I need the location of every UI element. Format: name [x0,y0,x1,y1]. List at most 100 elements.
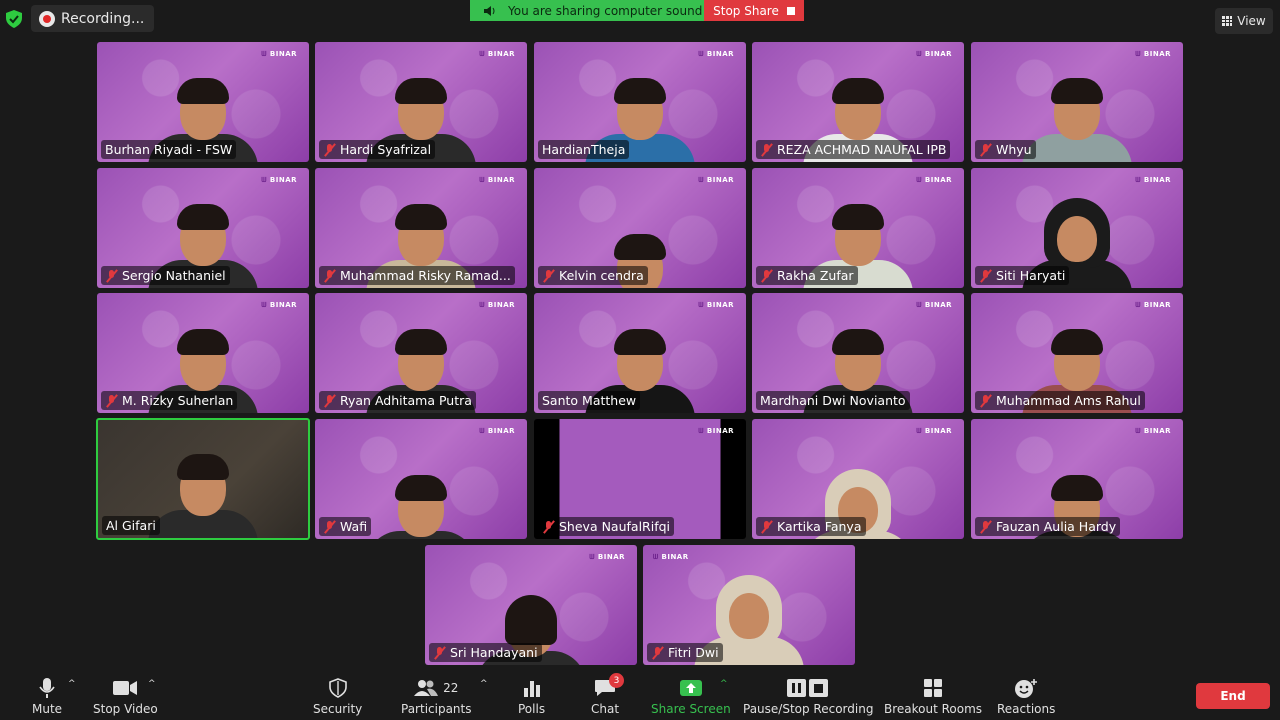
participant-name: Kartika Fanya [777,519,862,534]
participant-tile[interactable]: BINAR Hardi Syafrizal [315,42,527,162]
mic-muted-icon [105,394,118,408]
polls-chart-icon [523,677,541,699]
participant-tile[interactable]: BINAR Ryan Adhitama Putra [315,293,527,413]
participant-name-tag: Sergio Nathaniel [101,266,230,285]
participant-tile[interactable]: BINAR Wafi [315,419,527,539]
security-shield-icon [328,677,347,699]
brand-logo: BINAR [653,553,689,562]
participant-name-tag: Muhammad Ams Rahul [975,391,1145,410]
mic-muted-icon [979,520,992,534]
speaker-icon [484,5,495,16]
participant-tile[interactable]: BINAR Kelvin cendra [534,168,746,288]
pause-stop-icon [787,677,829,699]
participant-tile[interactable]: BINAR Siti Haryati [971,168,1183,288]
participant-name-tag: Muhammad Risky Ramad... [319,266,515,285]
stop-share-button[interactable]: Stop Share [704,0,804,21]
participants-button[interactable]: 22 Participants [401,677,472,716]
reactions-button[interactable]: Reactions [997,677,1055,716]
reactions-smiley-icon [1014,677,1038,699]
mic-muted-icon [323,269,336,283]
chat-unread-badge: 3 [609,673,625,688]
participant-name: Mardhani Dwi Novianto [760,393,906,408]
participant-name: Wafi [340,519,368,534]
participants-count: 22 [443,681,459,695]
breakout-rooms-label: Breakout Rooms [884,702,983,716]
participant-name-tag: Wafi [319,517,372,536]
security-label: Security [313,702,363,716]
participant-name-tag: Whyu [975,140,1036,159]
participant-tile[interactable]: BINAR Muhammad Risky Ramad... [315,168,527,288]
meeting-controls-toolbar: Mute ^ Stop Video ^ Security 22 Particip… [0,671,1280,720]
brand-logo: BINAR [1135,50,1171,59]
polls-button[interactable]: Polls [518,677,545,716]
participant-name: Muhammad Ams Rahul [996,393,1141,408]
participant-name-tag: HardianTheja [538,140,630,159]
participant-tile[interactable]: BINAR Mardhani Dwi Novianto [752,293,964,413]
participant-name-tag: M. Rizky Suherlan [101,391,238,410]
participant-name-tag: Fitri Dwi [647,643,723,662]
participant-name-tag: Sri Handayani [429,643,542,662]
share-screen-icon [679,677,702,699]
chat-button[interactable]: 3 Chat [591,673,625,716]
breakout-rooms-button[interactable]: Breakout Rooms [884,677,982,716]
share-options-caret-icon[interactable]: ^ [720,679,728,689]
participant-tile[interactable]: BINAR HardianTheja [534,42,746,162]
participant-name: HardianTheja [542,142,626,157]
brand-logo: BINAR [698,427,734,436]
mute-button[interactable]: Mute [32,677,62,716]
mic-muted-icon [323,143,336,157]
participant-tile[interactable]: BINAR Burhan Riyadi - FSW [97,42,309,162]
participant-tile[interactable]: BINAR Kartika Fanya [752,419,964,539]
participant-name-tag: Burhan Riyadi - FSW [101,140,237,159]
mic-muted-icon [542,269,555,283]
participant-name: Burhan Riyadi - FSW [105,142,233,157]
brand-logo: BINAR [589,553,625,562]
stop-square-icon [786,6,795,15]
participant-tile[interactable]: BINAR Sheva NaufalRifqi [534,419,746,539]
meeting-top-bar: Recording... You are sharing computer so… [0,0,1280,38]
end-meeting-button[interactable]: End [1196,683,1270,709]
share-screen-button[interactable]: Share Screen [651,677,731,716]
participant-tile-active-speaker[interactable]: Al Gifari [96,418,310,540]
video-options-caret-icon[interactable]: ^ [148,679,156,689]
participant-tile[interactable]: BINAR Muhammad Ams Rahul [971,293,1183,413]
participant-tile[interactable]: BINAR Fitri Dwi [643,545,855,665]
recording-indicator[interactable]: Recording... [31,5,155,32]
participant-name: Sheva NaufalRifqi [559,519,671,534]
brand-logo: BINAR [261,176,297,185]
participant-tile[interactable]: BINAR M. Rizky Suherlan [97,293,309,413]
participant-name: Sri Handayani [450,645,538,660]
participant-tile[interactable]: BINAR Fauzan Aulia Hardy [971,419,1183,539]
participant-video [1022,66,1132,162]
participants-options-caret-icon[interactable]: ^ [480,679,488,689]
participant-tile[interactable]: BINAR Sergio Nathaniel [97,168,309,288]
participant-tile[interactable]: BINAR Sri Handayani [425,545,637,665]
participant-name: Santo Matthew [542,393,637,408]
participant-tile[interactable]: BINAR REZA ACHMAD NAUFAL IPB [752,42,964,162]
brand-logo: BINAR [261,50,297,59]
security-button[interactable]: Security [313,677,362,716]
participant-name: Whyu [996,142,1032,157]
sharing-sound-label: You are sharing computer sound [508,3,703,18]
participant-name-tag: Mardhani Dwi Novianto [756,391,910,410]
brand-logo: BINAR [479,176,515,185]
participant-tile[interactable]: BINAR Rakha Zufar [752,168,964,288]
encryption-shield-icon[interactable] [6,10,22,28]
participant-name-tag: Rakha Zufar [756,266,858,285]
participant-tile[interactable]: BINAR Whyu [971,42,1183,162]
mic-muted-icon [979,394,992,408]
audio-options-caret-icon[interactable]: ^ [68,679,76,689]
end-label: End [1220,689,1246,703]
participants-label: Participants [401,702,472,716]
mic-muted-icon [760,520,773,534]
view-label: View [1237,14,1266,28]
participant-name: Sergio Nathaniel [122,268,226,283]
participant-name: Rakha Zufar [777,268,854,283]
mic-muted-icon [979,143,992,157]
pause-stop-recording-label: Pause/Stop Recording [743,702,874,716]
pause-stop-recording-button[interactable]: Pause/Stop Recording [743,677,873,716]
mic-muted-icon [105,269,118,283]
view-button[interactable]: View [1215,8,1273,34]
brand-logo: BINAR [479,427,515,436]
participant-tile[interactable]: BINAR Santo Matthew [534,293,746,413]
